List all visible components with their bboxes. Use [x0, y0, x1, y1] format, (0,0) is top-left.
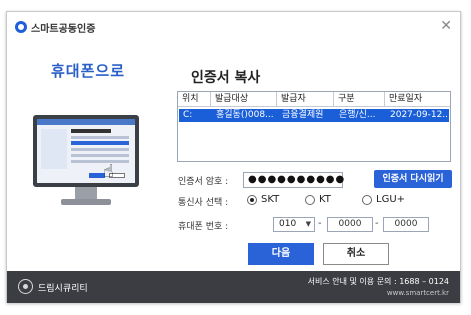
radio-checked-icon — [247, 195, 257, 205]
cell-expiry: 2027-09-12... — [390, 110, 451, 120]
app-logo-icon — [15, 21, 27, 33]
dreamsecurity-logo-icon — [18, 279, 33, 294]
phone-label: 휴대폰 번호 : — [178, 222, 229, 232]
monitor-illustration: ☝ — [33, 115, 139, 211]
radio-unchecked-icon — [305, 195, 315, 205]
phone-last-field[interactable]: 0000 — [383, 217, 429, 232]
certificate-table: 위치 발급대상 발급자 구분 만료일자 C: 홍길동()008... 금융결제원… — [177, 91, 451, 162]
phone-prefix-select[interactable]: 010 ▼ — [273, 217, 315, 232]
pointer-hand-icon: ☝ — [103, 161, 114, 182]
cell-type: 은행/신... — [339, 110, 376, 120]
close-icon[interactable]: ✕ — [440, 18, 452, 34]
cell-location: C: — [183, 110, 193, 120]
chevron-down-icon: ▼ — [305, 220, 311, 228]
footer-brand: 드림시큐리티 — [38, 284, 88, 294]
cancel-button[interactable]: 취소 — [323, 243, 389, 265]
column-header-issuer[interactable]: 발급자 — [277, 92, 334, 106]
phone-middle-field[interactable]: 0000 — [327, 217, 373, 232]
column-header-type[interactable]: 구분 — [334, 92, 385, 106]
section-title: 인증서 복사 — [191, 70, 261, 86]
footer-support-info: 서비스 안내 및 이용 문의 : 1688 – 0124 — [307, 277, 449, 286]
password-field[interactable]: ●●●●●●●●●● — [243, 172, 344, 188]
title-bar: 스마트공동인증 ✕ — [7, 12, 460, 42]
radio-unchecked-icon — [362, 195, 372, 205]
radio-label-lgu: LGU+ — [376, 194, 406, 205]
phone-prefix-value: 010 — [279, 219, 297, 229]
table-header: 위치 발급대상 발급자 구분 만료일자 — [178, 92, 450, 107]
table-row[interactable]: C: 홍길동()008... 금융결제원 은행/신... 2027-09-12.… — [179, 109, 451, 122]
footer-bar: 드림시큐리티 서비스 안내 및 이용 문의 : 1688 – 0124 www.… — [7, 271, 460, 303]
column-header-location[interactable]: 위치 — [178, 92, 211, 106]
cert-copy-dialog: 스마트공동인증 ✕ 휴대폰으로 ☝ 인증서 복사 위치 발급대상 발급자 구분 … — [6, 11, 461, 303]
mobile-heading: 휴대폰으로 — [51, 62, 126, 80]
column-header-expiry[interactable]: 만료일자 — [385, 92, 451, 106]
phone-separator: - — [375, 218, 379, 229]
app-title: 스마트공동인증 — [31, 24, 96, 35]
cell-subject: 홍길동()008... — [216, 110, 274, 120]
radio-label-skt: SKT — [261, 194, 280, 205]
column-header-subject[interactable]: 발급대상 — [211, 92, 277, 106]
reread-cert-button[interactable]: 인증서 다시읽기 — [374, 170, 452, 188]
carrier-label: 통신사 선택 : — [178, 198, 229, 208]
footer-url[interactable]: www.smartcert.kr — [387, 289, 449, 297]
phone-separator: - — [318, 218, 322, 229]
password-label: 인증서 암호 : — [178, 177, 229, 187]
radio-label-kt: KT — [319, 194, 331, 205]
next-button[interactable]: 다음 — [248, 243, 314, 265]
cell-issuer: 금융결제원 — [282, 110, 324, 120]
monitor-screen — [33, 115, 139, 187]
